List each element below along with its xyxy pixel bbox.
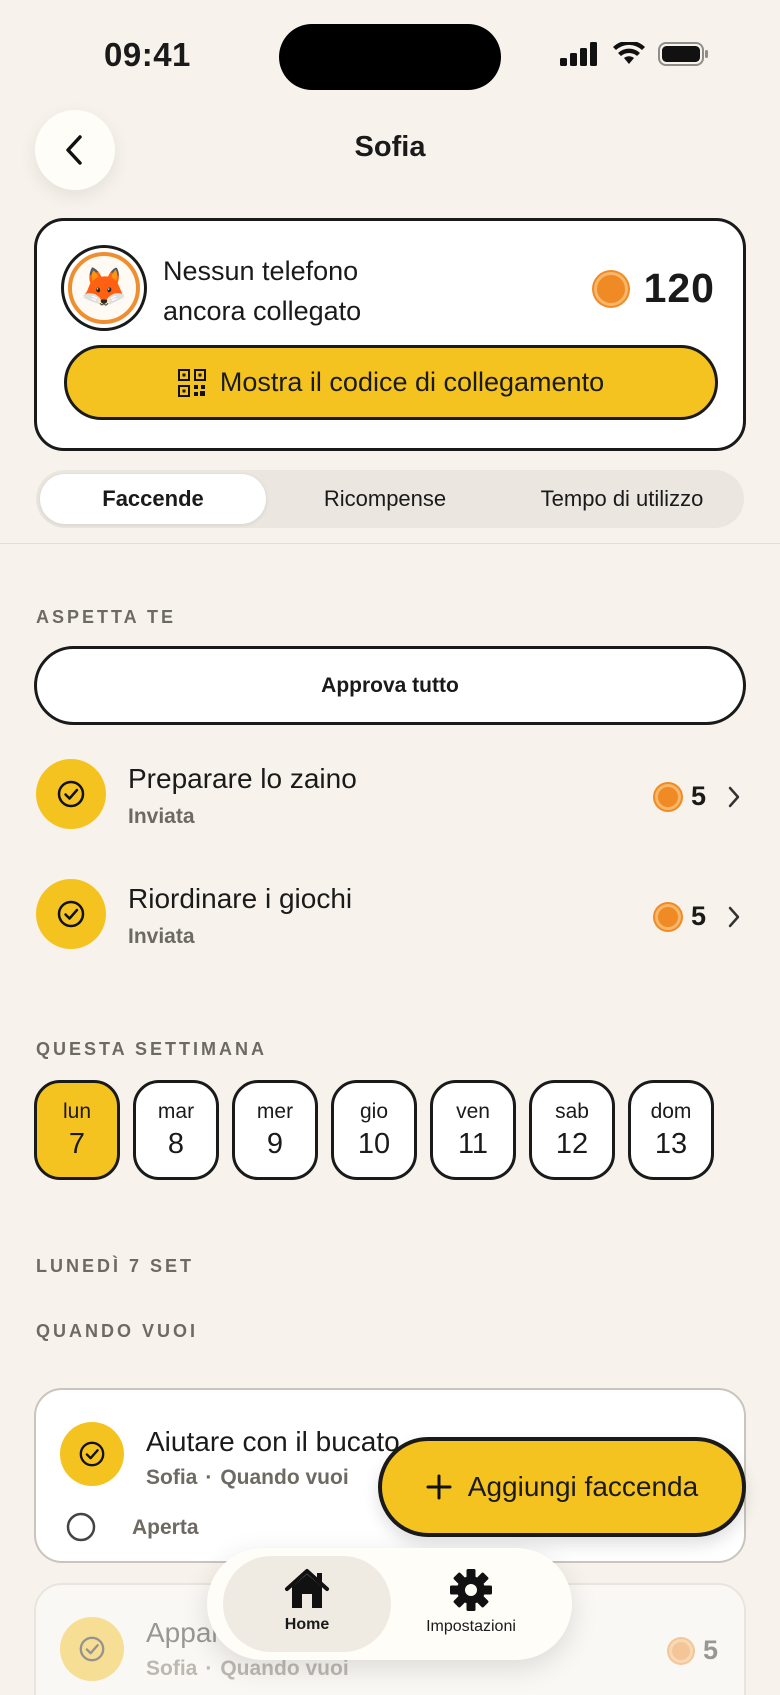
reward: 5 [668,1635,718,1666]
gear-icon [450,1569,492,1611]
day-sab[interactable]: sab 12 [529,1080,615,1180]
tabbar-home-label: Home [284,1616,330,1633]
pending-section-label: ASPETTA TE [36,607,177,627]
task-title: Aiutare con il bucato [146,1426,400,1457]
day-ven[interactable]: ven 11 [430,1080,516,1180]
day-dom[interactable]: dom 13 [628,1080,714,1180]
bottom-tab-bar: Home Impostazioni [207,1548,572,1660]
phone-status: Nessun telefono ancora collegato [163,251,423,331]
fox-avatar-icon: 🦊 [80,267,128,309]
chevron-right-icon [728,786,740,808]
check-circle-icon [60,1617,124,1681]
coin-icon [654,903,681,930]
task-meta: Sofia · Quando vuoi [146,1466,349,1490]
day-mar[interactable]: mar 8 [133,1080,219,1180]
reward-value: 5 [690,901,706,931]
week-day-picker: lun 7 mar 8 mer 9 gio 10 ven 11 sab 12 dom 13 [34,1080,714,1180]
task-meta: Sofia · Quando vuoi [146,1657,349,1681]
coin-balance: 120 [593,265,715,312]
status-time: 09:41 [104,36,191,73]
day-lun[interactable]: lun 7 [34,1080,120,1180]
task-meta-separator: · [205,1466,213,1489]
dynamic-island [279,24,501,90]
reward: 5 [654,901,706,932]
plus-icon [426,1474,452,1500]
reward-value: 5 [690,781,706,811]
page-title: Sofia [354,131,426,163]
status-icons [560,42,710,66]
show-link-code-button[interactable]: Mostra il codice di collegamento [64,345,718,420]
tab-tempo-di-utilizzo[interactable]: Tempo di utilizzo [504,474,740,524]
profile-card: 🦊 Nessun telefono ancora collegato 120 M… [34,218,746,451]
check-circle-icon [36,759,106,829]
empty-circle-icon[interactable] [66,1512,96,1542]
check-circle-icon [60,1422,124,1486]
pending-task-row[interactable]: Preparare lo zaino Inviata 5 [0,745,780,845]
anytime-section-label: QUANDO VUOI [36,1321,199,1341]
house-icon [285,1569,329,1608]
tabbar-home[interactable]: Home [223,1568,391,1634]
tab-ricompense[interactable]: Ricompense [272,474,498,524]
day-mer[interactable]: mer 9 [232,1080,318,1180]
task-schedule: Quando vuoi [220,1466,349,1489]
phone-status-line2: ancora collegato [163,296,362,326]
show-link-code-label: Mostra il codice di collegamento [219,367,605,397]
pending-task-title: Riordinare i giochi [128,883,353,914]
task-assignee: Sofia [146,1657,198,1680]
task-state: Aperta [132,1516,199,1539]
coin-icon [654,783,681,810]
reward-value: 5 [702,1635,718,1665]
chevron-right-icon [728,906,740,928]
week-section-label: QUESTA SETTIMANA [36,1039,267,1059]
coin-icon [668,1638,693,1663]
cellular-signal-icon [560,42,597,66]
divider [0,543,780,544]
task-assignee: Sofia [146,1466,198,1489]
task-meta-separator: · [205,1657,213,1680]
wifi-icon [613,42,645,64]
avatar: 🦊 [61,245,147,331]
segment-tabs: Faccende Ricompense Tempo di utilizzo [36,470,744,528]
pending-task-title: Preparare lo zaino [128,763,357,794]
tabbar-settings-label: Impostazioni [426,1618,516,1635]
battery-icon [658,42,708,66]
task-schedule: Quando vuoi [220,1657,349,1680]
pending-task-status: Inviata [128,805,195,828]
coin-icon [593,271,628,306]
qr-code-icon [177,368,206,397]
add-chore-button[interactable]: Aggiungi faccenda [378,1437,746,1537]
day-gio[interactable]: gio 10 [331,1080,417,1180]
add-chore-label: Aggiungi faccenda [467,1471,699,1502]
pending-task-row[interactable]: Riordinare i giochi Inviata 5 [0,865,780,965]
tab-faccende[interactable]: Faccende [40,474,266,524]
pending-task-status: Inviata [128,925,195,948]
coin-balance-value: 120 [643,265,715,311]
check-circle-icon [36,879,106,949]
phone-status-line1: Nessun telefono [163,256,359,286]
tabbar-settings[interactable]: Impostazioni [387,1568,555,1636]
reward: 5 [654,781,706,812]
selected-date-label: LUNEDÌ 7 SET [36,1256,195,1276]
approve-all-button[interactable]: Approva tutto [34,646,746,725]
